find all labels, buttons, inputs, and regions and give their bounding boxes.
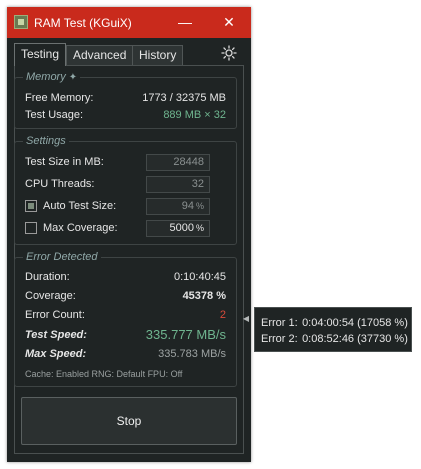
duration-label: Duration: <box>25 271 70 283</box>
auto-test-size-label[interactable]: Auto Test Size: <box>43 198 116 214</box>
tab-history[interactable]: History <box>132 45 184 65</box>
duration-value: 0:10:40:45 <box>174 271 226 283</box>
gear-icon[interactable] <box>221 45 237 61</box>
max-coverage-label[interactable]: Max Coverage: <box>43 220 118 236</box>
max-speed-value: 335.783 MB/s <box>158 348 226 360</box>
cpu-threads-label: CPU Threads: <box>25 178 95 190</box>
max-coverage-input[interactable]: 5000% <box>146 220 210 237</box>
tooltip-error-2-value: 0:08:52:46 (37730 %) <box>302 333 408 345</box>
auto-test-size-checkbox[interactable] <box>25 200 37 212</box>
test-usage-row: Test Usage: 889 MB × 32 <box>25 107 226 123</box>
free-memory-label: Free Memory: <box>25 92 94 104</box>
tooltip-error-1-value: 0:04:00:54 (17058 %) <box>302 317 408 329</box>
status-footer: Cache: Enabled RNG: Default FPU: Off <box>25 369 183 379</box>
coverage-label: Coverage: <box>25 290 76 302</box>
test-usage-value: 889 MB × 32 <box>163 109 226 121</box>
close-button[interactable]: ✕ <box>209 7 249 38</box>
tooltip-pointer-icon: ◀ <box>242 314 250 323</box>
tab-advanced[interactable]: Advanced <box>66 45 134 65</box>
error-group: Error Detected Duration: 0:10:40:45 Cove… <box>14 251 237 387</box>
error-tooltip: Error 1: 0:04:00:54 (17058 %) Error 2: 0… <box>254 307 412 352</box>
memory-group: Memory ✦ Free Memory: 1773 / 32375 MB Te… <box>14 71 237 129</box>
error-count-label: Error Count: <box>25 309 85 321</box>
max-coverage-value: 5000 <box>169 222 194 234</box>
tooltip-error-2: Error 2: 0:08:52:46 (37730 %) <box>261 333 408 345</box>
minimize-button[interactable]: — <box>165 7 205 38</box>
tooltip-error-1: Error 1: 0:04:00:54 (17058 %) <box>261 317 408 329</box>
test-size-input[interactable]: 28448 <box>146 154 210 171</box>
title-bar[interactable]: RAM Test (KGuiX) — ✕ <box>7 7 251 38</box>
sparkle-icon[interactable]: ✦ <box>69 72 77 83</box>
settings-legend: Settings <box>23 135 69 147</box>
auto-test-size-unit: % <box>195 201 204 211</box>
test-size-label: Test Size in MB: <box>25 156 104 168</box>
max-speed-row: Max Speed: 335.783 MB/s <box>25 346 226 362</box>
test-usage-label: Test Usage: <box>25 109 84 121</box>
test-speed-row: Test Speed: 335.777 MB/s <box>25 327 226 343</box>
auto-test-size-input[interactable]: 94% <box>146 198 210 215</box>
memory-legend: Memory ✦ <box>23 71 81 83</box>
tab-testing[interactable]: Testing <box>14 43 67 66</box>
max-coverage-checkbox[interactable] <box>25 222 37 234</box>
error-count-value[interactable]: 2 <box>220 307 226 323</box>
free-memory-row: Free Memory: 1773 / 32375 MB <box>25 90 226 106</box>
duration-row: Duration: 0:10:40:45 <box>25 269 226 285</box>
error-count-row: Error Count: 2 <box>25 307 226 323</box>
max-coverage-unit: % <box>195 223 204 233</box>
free-memory-value: 1773 / 32375 MB <box>142 92 226 104</box>
coverage-row: Coverage: 45378 % <box>25 288 226 304</box>
app-icon <box>14 15 28 29</box>
window-title: RAM Test (KGuiX) <box>34 16 132 30</box>
test-speed-label: Test Speed: <box>25 329 87 341</box>
test-speed-value: 335.777 MB/s <box>145 327 226 342</box>
settings-group: Settings Test Size in MB: 28448 CPU Thre… <box>14 135 237 245</box>
coverage-value: 45378 % <box>182 290 226 302</box>
max-speed-label: Max Speed: <box>25 348 87 360</box>
memory-legend-label: Memory <box>26 71 66 83</box>
tooltip-error-2-key: Error 2: <box>261 333 298 345</box>
cpu-threads-input[interactable]: 32 <box>146 176 210 193</box>
auto-test-size-value: 94 <box>181 200 194 212</box>
stop-button[interactable]: Stop <box>21 397 237 445</box>
tooltip-error-1-key: Error 1: <box>261 317 298 329</box>
error-legend: Error Detected <box>23 251 101 263</box>
